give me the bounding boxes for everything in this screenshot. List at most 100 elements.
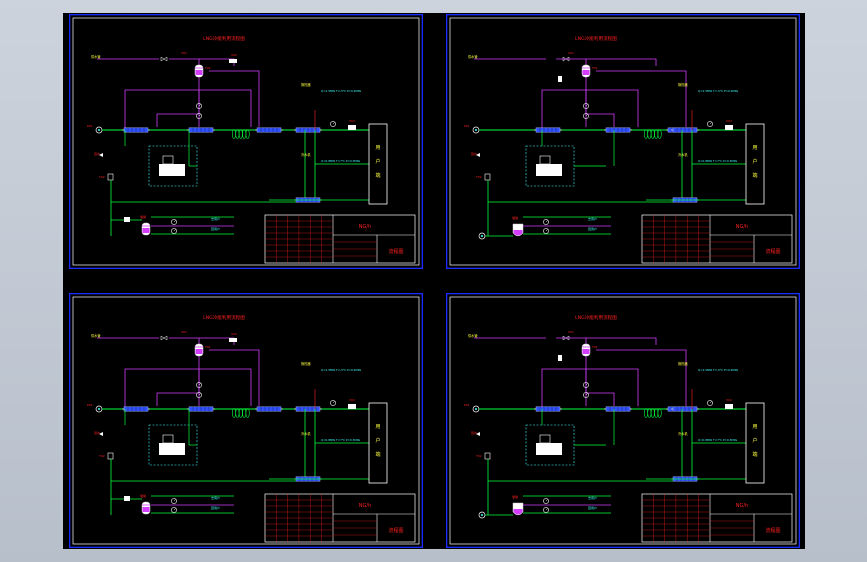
heat-exchanger-4 bbox=[671, 406, 699, 412]
spec-text: Q=1.5MW T=-5℃ P=0.2MPa bbox=[321, 89, 361, 93]
sheet-bottom-right[interactable]: LNG冷能利用流程图 供水管 V01 T01 P01 V02 换热器 Q=1.5MW T=-5… bbox=[446, 293, 800, 548]
supply-tag: 供水管 bbox=[91, 333, 101, 338]
hx-tag: 冷水机 bbox=[301, 431, 311, 436]
pump-impeller-icon bbox=[481, 235, 483, 237]
return-tag: 回水 bbox=[94, 430, 100, 435]
control-valve-icon bbox=[229, 338, 237, 342]
hx-tag: 换热器 bbox=[301, 361, 311, 366]
meter-tag: V02 bbox=[726, 119, 732, 123]
separator-vessel-icon bbox=[194, 343, 204, 357]
separator-vessel-icon bbox=[581, 64, 591, 78]
hx-tag: 冷水机 bbox=[678, 431, 688, 436]
bottom-valve-icon bbox=[124, 496, 130, 501]
hx-tag: 冷水机 bbox=[678, 152, 688, 157]
consumer-label: 户 bbox=[375, 437, 380, 444]
tank-tag: 储罐 bbox=[140, 493, 146, 498]
consumer-label: 用 bbox=[375, 424, 380, 430]
heat-exchanger-1 bbox=[122, 406, 150, 412]
drawing-title: LNG冷能利用流程图 bbox=[203, 35, 245, 42]
drawing-number: NG/h bbox=[736, 503, 748, 509]
drawing-title: LNG冷能利用流程图 bbox=[575, 314, 617, 321]
flow-meter-icon bbox=[348, 404, 356, 409]
consumer-label: 用 bbox=[375, 145, 380, 151]
supply-tag: 供水管 bbox=[91, 54, 101, 59]
supply-tag: 供水管 bbox=[468, 54, 478, 59]
drawing-sheet: LNG冷能利用流程图供水管 V02 V01 T01 P01 V02 换热器 Q=1.5MW T… bbox=[69, 14, 423, 269]
vessel-liquid-icon bbox=[582, 70, 590, 75]
sheet-top-left[interactable]: LNG冷能利用流程图 供水管 V02 V01 T01 P01 V02 换热器 Q=1.5MW T… bbox=[69, 14, 423, 269]
heat-exchanger-4 bbox=[294, 127, 322, 133]
vessel-tag: T01 bbox=[591, 345, 598, 349]
drawing-number: NG/h bbox=[736, 224, 748, 230]
drawing-number: NG/h bbox=[359, 224, 371, 230]
return-tag: 回水 bbox=[94, 151, 100, 156]
indicator-tag: T02 bbox=[98, 175, 105, 179]
drawing-name: 流程图 bbox=[765, 527, 780, 534]
consumer-label: 用 bbox=[752, 424, 757, 430]
heat-exchanger-1 bbox=[534, 127, 562, 133]
consumer-label: 用 bbox=[752, 145, 757, 151]
chiller-unit-icon bbox=[159, 443, 185, 455]
heat-exchanger-2 bbox=[187, 127, 215, 133]
meter-tag: V02 bbox=[349, 119, 355, 123]
flow-meter-icon bbox=[725, 125, 733, 130]
outlet-tag: 回用户 bbox=[588, 226, 597, 231]
level-switch-icon bbox=[558, 76, 562, 82]
drawing-name: 流程图 bbox=[388, 248, 403, 255]
spec-text: Q=0.8MW T=7℃ P=0.3MPa bbox=[321, 159, 360, 163]
consumer-label: 户 bbox=[375, 158, 380, 165]
heat-exchanger-2 bbox=[604, 127, 632, 133]
drawing-name: 流程图 bbox=[765, 248, 780, 255]
heat-exchanger-3 bbox=[255, 406, 283, 412]
chiller-unit-icon bbox=[159, 164, 185, 176]
heat-exchanger-3 bbox=[255, 127, 283, 133]
meter-tag: V02 bbox=[349, 398, 355, 402]
spec-text: Q=0.8MW T=7℃ P=0.3MPa bbox=[698, 438, 737, 442]
consumer-label: 端 bbox=[375, 451, 380, 458]
pump-tag: P01 bbox=[87, 124, 93, 128]
vessel-liquid-icon bbox=[142, 507, 150, 512]
consumer-label: 户 bbox=[752, 437, 757, 444]
vessel-liquid-icon bbox=[195, 70, 203, 75]
bottom-valve-icon bbox=[124, 217, 130, 222]
vessel-tag: T01 bbox=[204, 66, 211, 70]
tank-tag: 储罐 bbox=[140, 214, 146, 219]
heat-exchanger-1 bbox=[122, 127, 150, 133]
sheet-top-right[interactable]: LNG冷能利用流程图 供水管 V01 T01 P01 V02 换热器 Q=1.5MW T=-5… bbox=[446, 14, 800, 269]
cad-model-space[interactable]: LNG冷能利用流程图 供水管 V02 V01 T01 P01 V02 换热器 Q=1.5MW T… bbox=[63, 13, 805, 549]
pump-impeller-icon bbox=[475, 129, 477, 131]
storage-tank-icon bbox=[512, 223, 524, 237]
outlet-tag: 去用户 bbox=[588, 216, 597, 221]
tank-tag: 储罐 bbox=[512, 215, 518, 220]
drawing-number: NG/h bbox=[359, 503, 371, 509]
outlet-tag: 去用户 bbox=[211, 216, 220, 221]
pump-tag: P01 bbox=[87, 403, 93, 407]
pump-impeller-icon bbox=[475, 408, 477, 410]
pump-impeller-icon bbox=[98, 129, 100, 131]
spec-text: Q=0.8MW T=7℃ P=0.3MPa bbox=[698, 159, 737, 163]
chiller-unit-icon bbox=[536, 164, 562, 176]
outlet-tag: 回用户 bbox=[588, 505, 597, 510]
pump-impeller-icon bbox=[481, 514, 483, 516]
storage-tank-icon bbox=[141, 222, 151, 236]
valve-tag: V02 bbox=[231, 332, 237, 336]
vessel-tag: T01 bbox=[204, 345, 211, 349]
chiller-unit-icon bbox=[536, 443, 562, 455]
drawing-sheet: LNG冷能利用流程图供水管 V01 T01 P01 V02 换热器 Q=1.5MW T=-5… bbox=[446, 14, 800, 269]
vessel-liquid-icon bbox=[582, 349, 590, 354]
valve-tag: V01 bbox=[181, 330, 187, 334]
consumer-label: 端 bbox=[752, 172, 757, 179]
valve-tag: V01 bbox=[568, 51, 574, 55]
heat-exchanger-4 bbox=[294, 406, 322, 412]
drawing-title: LNG冷能利用流程图 bbox=[575, 35, 617, 42]
heat-exchanger-1 bbox=[534, 406, 562, 412]
control-valve-icon bbox=[229, 59, 237, 63]
outlet-tag: 去用户 bbox=[211, 495, 220, 500]
heat-exchanger-2 bbox=[604, 406, 632, 412]
sheet-bottom-left[interactable]: LNG冷能利用流程图 供水管 V02 V01 T01 P01 V02 换热器 Q=1.5MW T… bbox=[69, 293, 423, 548]
level-switch-icon bbox=[558, 355, 562, 361]
hx-tag: 换热器 bbox=[678, 361, 688, 366]
outlet-tag: 回用户 bbox=[211, 226, 220, 231]
pump-tag: P01 bbox=[464, 124, 470, 128]
vessel-liquid-icon bbox=[142, 228, 150, 233]
